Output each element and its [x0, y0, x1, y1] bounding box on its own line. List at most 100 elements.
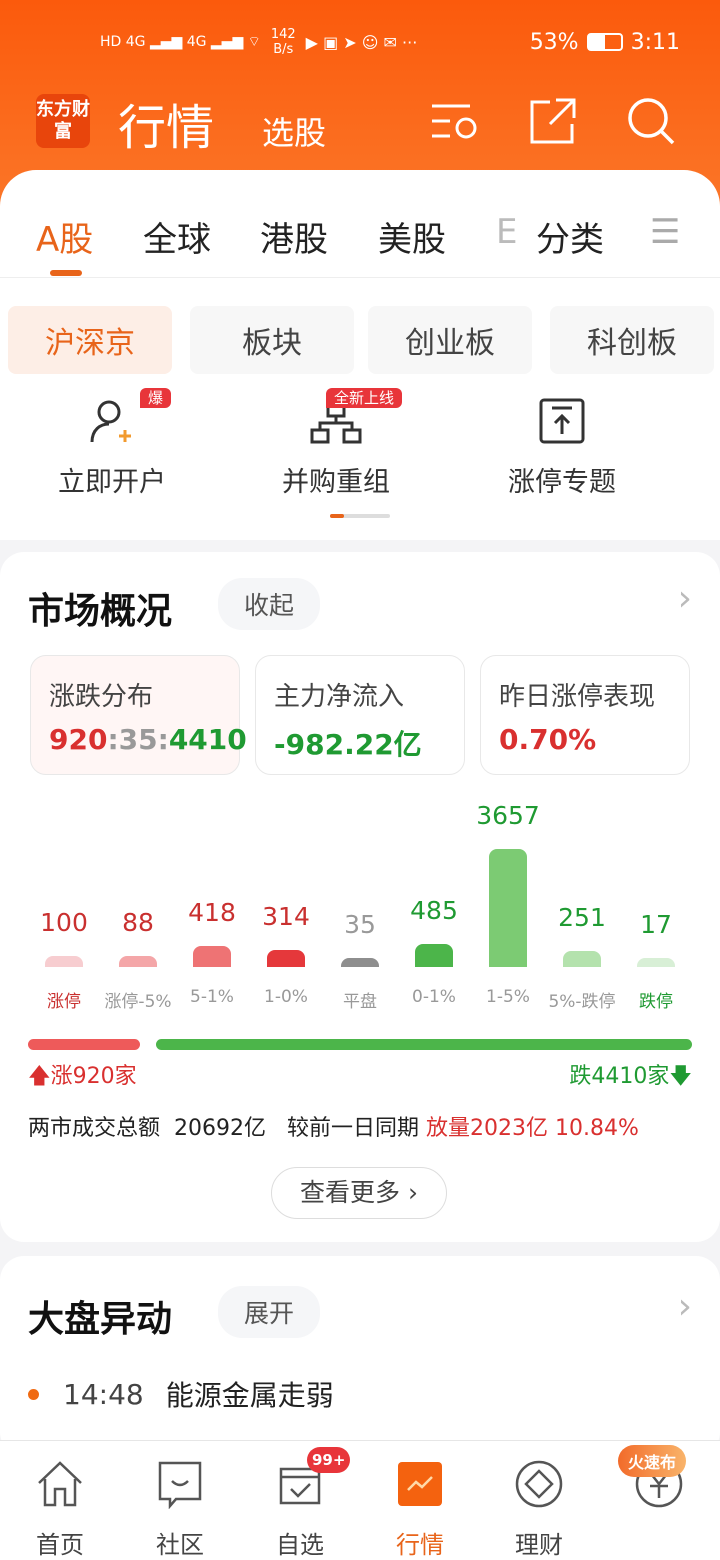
page-title[interactable]: 行情 [118, 88, 214, 158]
bullet-dot [28, 1388, 39, 1400]
market-movers-card: 大盘异动 展开 › 14:48 能源金属走弱 [0, 1256, 720, 1456]
view-more-button[interactable]: 查看更多 › [271, 1167, 447, 1219]
bar-3 [267, 949, 305, 967]
subtab-star[interactable]: 科创板 [550, 306, 714, 374]
nav-wealth[interactable]: 理财 [494, 1453, 584, 1560]
nav-label: 首页 [36, 1531, 84, 1559]
compare-label: 较前一日同期 [287, 1116, 420, 1141]
collapse-button[interactable]: 收起 [218, 578, 321, 630]
search-icon[interactable] [626, 96, 676, 146]
nav-home[interactable]: 首页 [15, 1453, 105, 1560]
share-icon[interactable] [528, 96, 578, 146]
category-label: 5%-跌停 [548, 992, 616, 1012]
nav-trade[interactable]: 火速布 [614, 1445, 704, 1525]
bottom-nav: 首页 社区 99+ 自选 行情 理财 火速布 [0, 1440, 720, 1560]
compare-value: 放量2023亿 [426, 1116, 549, 1141]
advance-total-text: 涨920家 [50, 1064, 137, 1089]
subtab-sector[interactable]: 板块 [190, 306, 354, 374]
separator: : [157, 723, 169, 756]
value-label: 35 [344, 909, 376, 939]
nav-label: 行情 [396, 1531, 444, 1559]
nav-label: 自选 [276, 1531, 324, 1559]
category-label: 涨停 [47, 992, 81, 1012]
hot-badge: 爆 [140, 388, 172, 408]
arrow-down-icon: 🡇 [669, 1064, 692, 1089]
chevron-right-icon[interactable]: › [678, 1286, 692, 1327]
value-label: 251 [558, 903, 606, 933]
category-label: 1-0% [264, 987, 308, 1007]
advance-ratio-bar [28, 1039, 140, 1050]
card-label: 主力净流入 [274, 682, 405, 712]
advance-total: 🡅涨920家 [28, 1058, 137, 1097]
value-label: 88 [122, 908, 154, 938]
view-more-label: 查看更多 [300, 1178, 401, 1207]
shortcut-label: 立即开户 [58, 467, 166, 498]
chat-icon [158, 1461, 202, 1509]
bar-5 [415, 944, 453, 967]
nav-market[interactable]: 行情 [375, 1453, 465, 1560]
main-inflow-card[interactable]: 主力净流入 -982.22亿 [255, 655, 465, 775]
section-title: 市场概况 [28, 591, 173, 632]
nav-label: 理财 [515, 1531, 563, 1559]
chevron-right-icon[interactable]: › [678, 578, 692, 619]
shortcut-label: 并购重组 [282, 467, 390, 498]
limit-up-performance-card[interactable]: 昨日涨停表现 0.70% [480, 655, 690, 775]
card-label: 涨跌分布 [49, 682, 154, 712]
page-indicator [330, 514, 390, 518]
signal-icon: HD 4G ▂▄▆ 4G ▂▄▆ ⌔ [100, 34, 261, 50]
distribution-chart: 100 涨停 88 涨停-5% 418 5-1% 314 1-0% 35 平盘 485 0-1% 365… [28, 800, 692, 1015]
shortcut-mergers[interactable]: 全新上线 并购重组 [246, 388, 426, 499]
expand-button[interactable]: 展开 [218, 1286, 321, 1338]
flat-count: 35 [118, 723, 158, 756]
compare-pct: 10.84% [555, 1116, 639, 1141]
subtab-chinext[interactable]: 创业板 [368, 306, 532, 374]
net-unit: B/s [273, 42, 294, 57]
settings-list-icon[interactable] [430, 96, 480, 146]
nav-community[interactable]: 社区 [135, 1453, 225, 1560]
value-label: 485 [410, 896, 458, 926]
shortcut-open-account[interactable]: 爆 立即开户 [22, 388, 202, 499]
notification-icons: ▶ ▣ ➤ ☺ ✉ ··· [305, 32, 418, 52]
bar-0 [45, 956, 83, 967]
promo-badge: 火速布 [618, 1445, 687, 1477]
net-speed: 142 [270, 27, 296, 42]
bar-2 [193, 946, 231, 967]
decline-ratio-bar [156, 1039, 692, 1050]
tab-us[interactable]: 美股 [378, 212, 446, 261]
battery-icon [586, 33, 623, 51]
value-label: 314 [262, 901, 310, 931]
subtab-shsz[interactable]: 沪深京 [8, 306, 172, 374]
clock: 3:11 [630, 29, 680, 55]
decline-total: 跌4410家🡇 [569, 1058, 692, 1097]
market-trend-icon [398, 1462, 442, 1506]
bar-7 [563, 951, 601, 967]
card-label: 昨日涨停表现 [499, 682, 656, 712]
stock-picker-tab[interactable]: 选股 [262, 108, 326, 154]
bar-1 [119, 956, 157, 967]
category-label: 1-5% [486, 987, 530, 1007]
bar-8 [637, 958, 675, 967]
value-label: 17 [640, 910, 672, 940]
tab-category[interactable]: 分类 [536, 212, 604, 261]
mover-item[interactable]: 14:48 能源金属走弱 [28, 1374, 334, 1414]
bar-6 [489, 849, 527, 967]
tab-global[interactable]: 全球 [143, 212, 211, 261]
tab-etf[interactable]: E [496, 212, 517, 252]
tab-hk[interactable]: 港股 [260, 212, 328, 261]
diamond-coin-icon [515, 1460, 563, 1508]
category-label: 涨停-5% [104, 992, 172, 1012]
down-count: 4410 [168, 723, 247, 756]
nav-watchlist[interactable]: 99+ 自选 [255, 1447, 351, 1560]
separator: : [107, 723, 119, 756]
up-count: 920 [49, 723, 108, 756]
shortcut-limit-up[interactable]: 涨停专题 [472, 392, 652, 499]
battery-level: 53% [529, 29, 579, 55]
app-logo: 东方财富 [36, 94, 90, 148]
tab-a-shares[interactable]: A股 [36, 212, 93, 261]
category-label: 0-1% [412, 987, 456, 1007]
menu-icon[interactable]: ☰ [650, 212, 680, 252]
status-bar: HD 4G ▂▄▆ 4G ▂▄▆ ⌔ 142 B/s ▶ ▣ ➤ ☺ ✉ ··· … [100, 22, 680, 62]
home-icon [38, 1461, 82, 1507]
category-label: 跌停 [639, 992, 673, 1012]
advance-decline-card[interactable]: 涨跌分布 920:35:4410 [30, 655, 247, 775]
